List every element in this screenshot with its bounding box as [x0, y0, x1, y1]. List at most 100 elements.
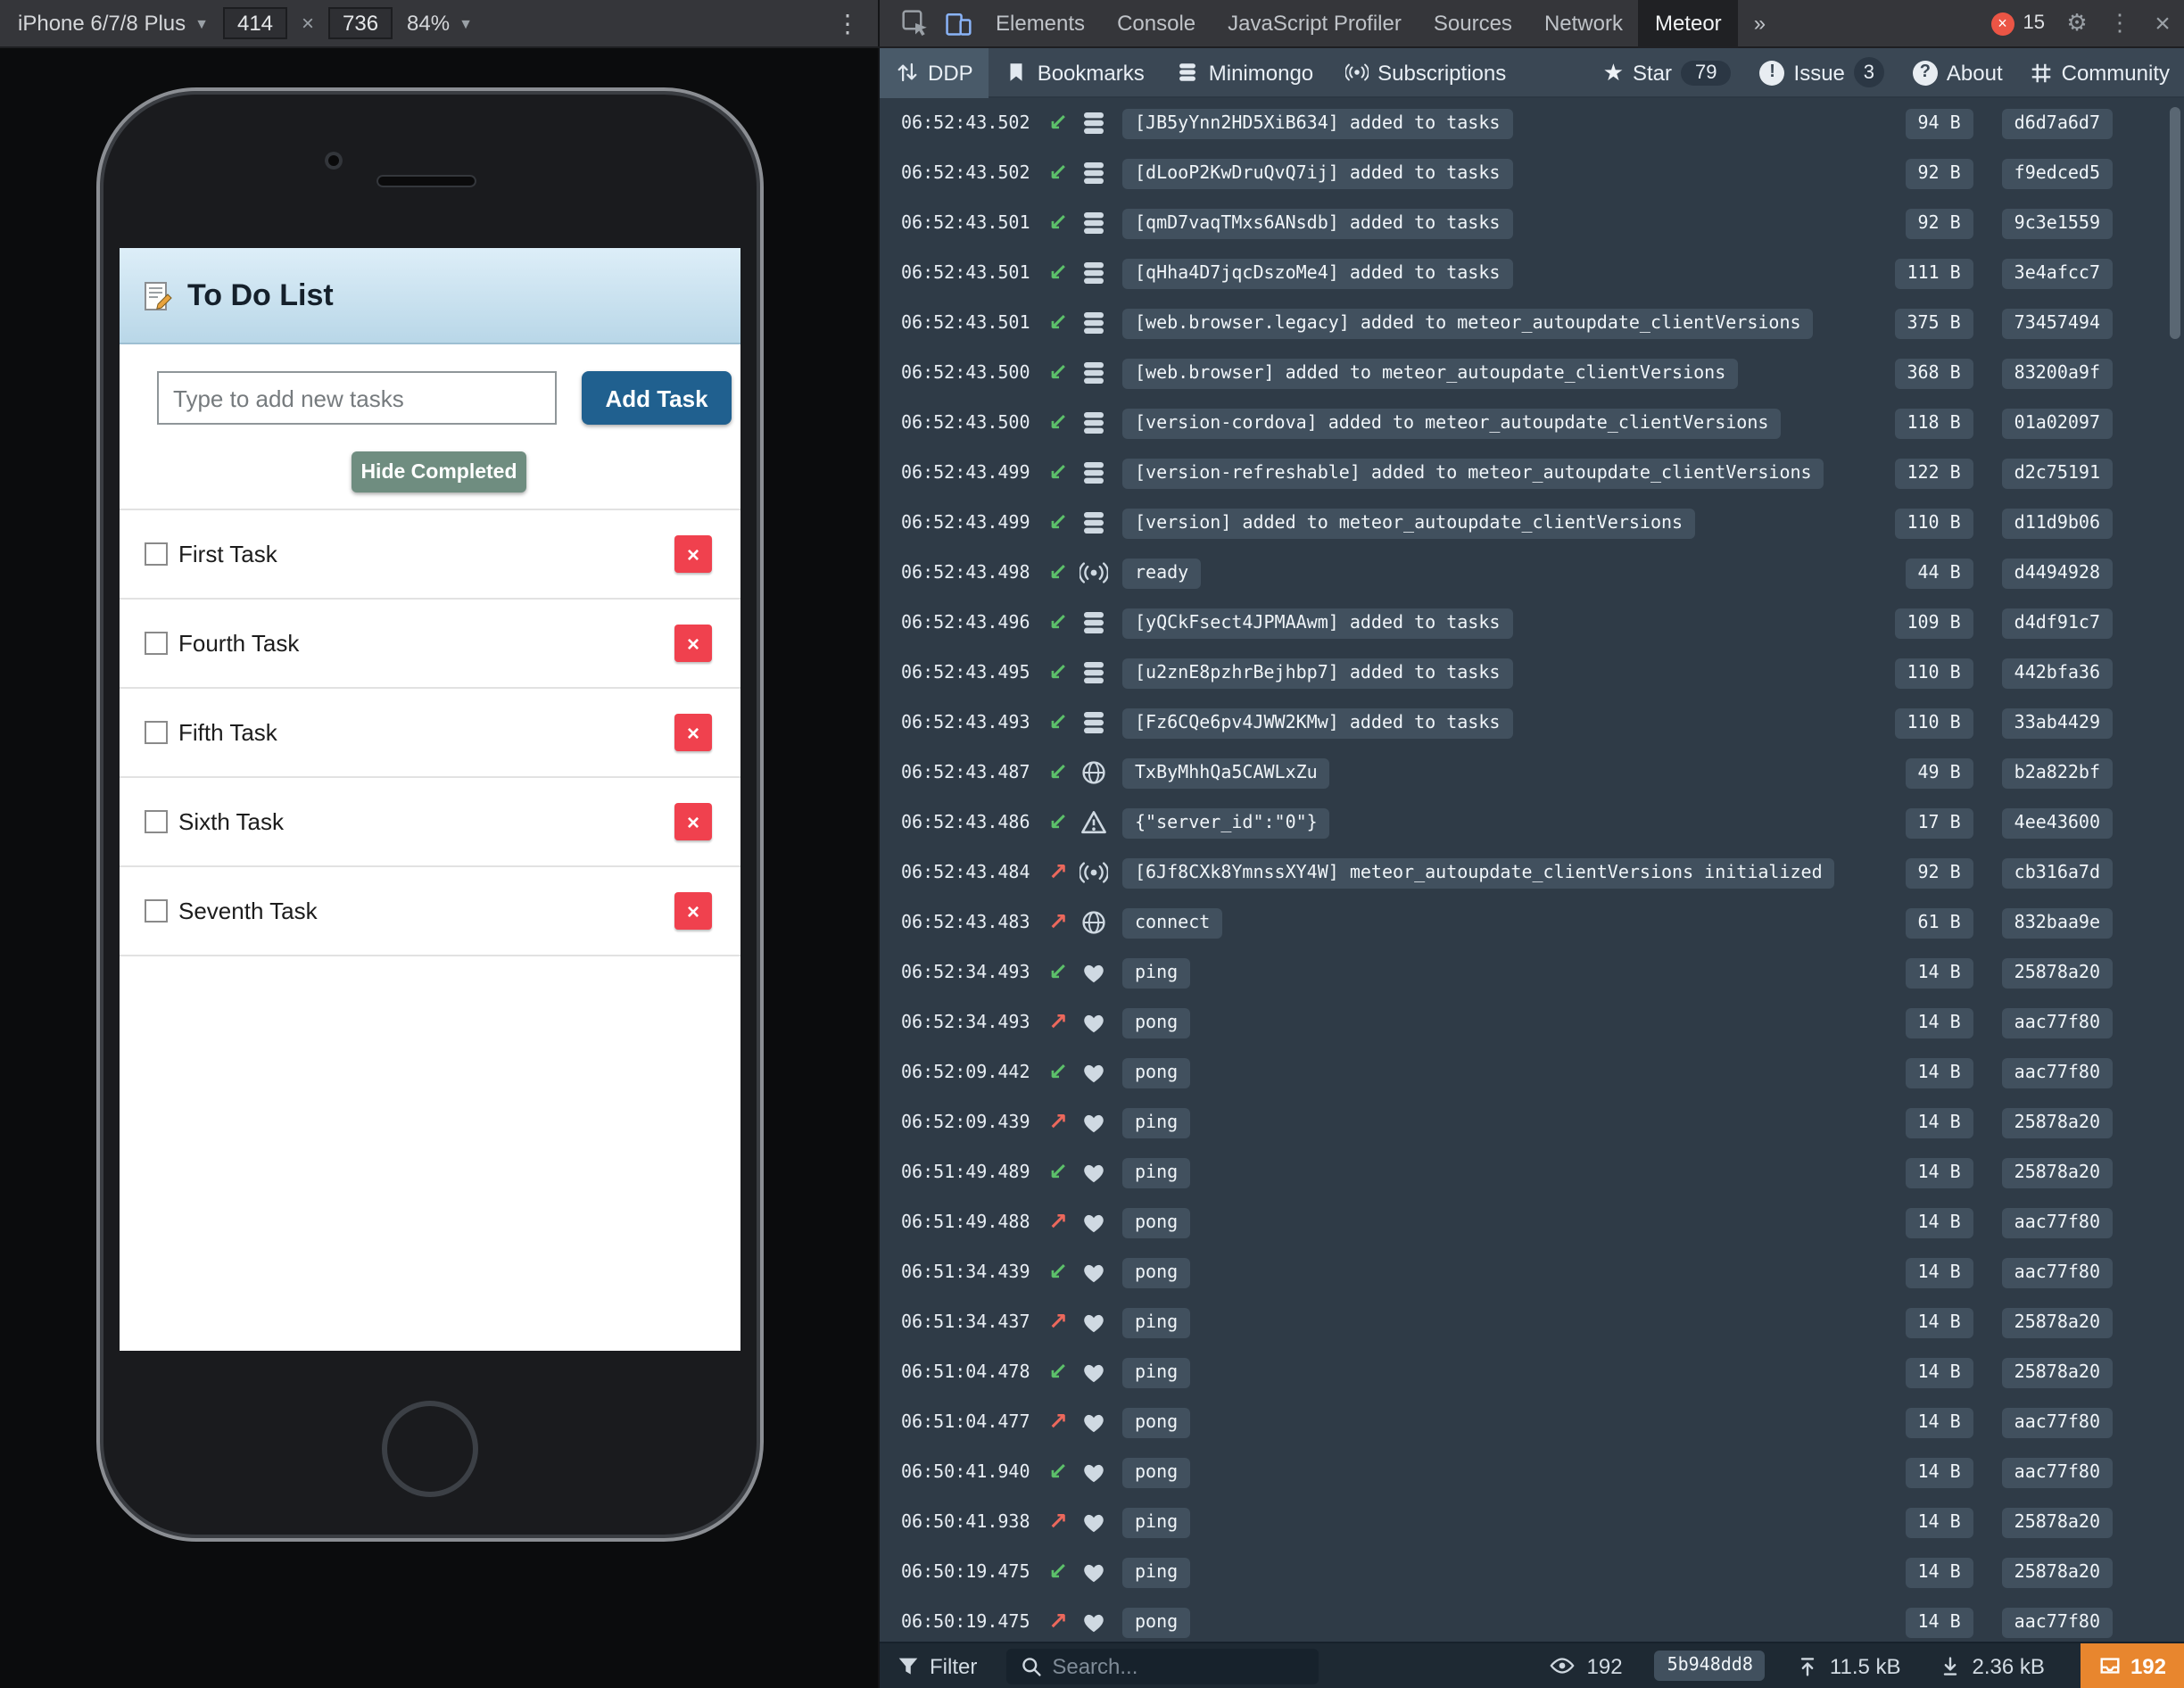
log-row[interactable]: 06:51:34.439↙pong14 Baac77f80: [880, 1247, 2184, 1297]
log-row[interactable]: 06:52:43.499↙[version] added to meteor_a…: [880, 498, 2184, 548]
log-row[interactable]: 06:51:49.488↗pong14 Baac77f80: [880, 1197, 2184, 1247]
log-row[interactable]: 06:52:43.495↙[u2znE8pzhrBejhbp7] added t…: [880, 648, 2184, 698]
log-message[interactable]: TxByMhhQa5CAWLxZu: [1122, 757, 1330, 788]
log-row[interactable]: 06:52:43.484↗[6Jf8CXk8YmnssXY4W] meteor_…: [880, 848, 2184, 898]
log-row[interactable]: 06:51:49.489↙ping14 B25878a20: [880, 1147, 2184, 1197]
community-button[interactable]: Community: [2017, 60, 2184, 85]
log-row[interactable]: 06:51:04.478↙ping14 B25878a20: [880, 1347, 2184, 1397]
issue-button[interactable]: ! Issue 3: [1746, 57, 1899, 87]
add-task-button[interactable]: Add Task: [582, 371, 732, 425]
delete-task-button[interactable]: ×: [674, 714, 712, 751]
log-message[interactable]: pong: [1122, 1407, 1190, 1437]
hide-completed-button[interactable]: Hide Completed: [352, 451, 526, 492]
log-message[interactable]: ping: [1122, 1507, 1190, 1537]
log-row[interactable]: 06:52:43.501↙[web.browser.legacy] added …: [880, 298, 2184, 348]
scrollbar-thumb[interactable]: [2170, 107, 2180, 339]
log-row[interactable]: 06:52:43.500↙[version-cordova] added to …: [880, 398, 2184, 448]
delete-task-button[interactable]: ×: [674, 535, 712, 573]
task-checkbox[interactable]: [145, 899, 168, 923]
log-message[interactable]: [web.browser.legacy] added to meteor_aut…: [1122, 308, 1814, 338]
log-row[interactable]: 06:52:43.501↙[qmD7vaqTMxs6ANsdb] added t…: [880, 198, 2184, 248]
delete-task-button[interactable]: ×: [674, 803, 712, 840]
log-message[interactable]: pong: [1122, 1257, 1190, 1287]
log-row[interactable]: 06:52:09.439↗ping14 B25878a20: [880, 1097, 2184, 1147]
log-message[interactable]: [web.browser] added to meteor_autoupdate…: [1122, 358, 1738, 388]
tab-meteor[interactable]: Meteor: [1639, 0, 1738, 47]
tab-ddp[interactable]: DDP: [880, 47, 989, 97]
error-badge[interactable]: × 15: [1981, 12, 2056, 35]
filter-button[interactable]: Filter: [880, 1653, 995, 1678]
task-checkbox[interactable]: [145, 542, 168, 566]
log-message[interactable]: ping: [1122, 957, 1190, 988]
log-row[interactable]: 06:52:43.500↙[web.browser] added to mete…: [880, 348, 2184, 398]
gear-icon[interactable]: ⚙: [2056, 0, 2098, 47]
log-row[interactable]: 06:52:43.493↙[Fz6CQe6pv4JWW2KMw] added t…: [880, 698, 2184, 748]
search-input[interactable]: [1052, 1653, 1303, 1678]
log-row[interactable]: 06:52:43.486↙{"server_id":"0"}17 B4ee436…: [880, 798, 2184, 848]
log-message[interactable]: pong: [1122, 1057, 1190, 1088]
search-box[interactable]: [1005, 1648, 1318, 1684]
log-message[interactable]: pong: [1122, 1207, 1190, 1237]
task-checkbox[interactable]: [145, 810, 168, 833]
log-row[interactable]: 06:52:43.499↙[version-refreshable] added…: [880, 448, 2184, 498]
tab-minimongo[interactable]: Minimongo: [1161, 47, 1329, 97]
tab-javascript-profiler[interactable]: JavaScript Profiler: [1212, 0, 1418, 47]
delete-task-button[interactable]: ×: [674, 892, 712, 930]
tab-network[interactable]: Network: [1528, 0, 1639, 47]
log-message[interactable]: [JB5yYnn2HD5XiB634] added to tasks: [1122, 108, 1512, 138]
log-row[interactable]: 06:52:43.483↗connect61 B832baa9e: [880, 898, 2184, 947]
log-message[interactable]: pong: [1122, 1607, 1190, 1637]
log-row[interactable]: 06:50:19.475↙ping14 B25878a20: [880, 1547, 2184, 1597]
log-row[interactable]: 06:50:41.938↗ping14 B25878a20: [880, 1497, 2184, 1547]
log-message[interactable]: connect: [1122, 907, 1222, 938]
device-toolbar-more-icon[interactable]: ⋮: [835, 8, 860, 38]
tab-bookmarks[interactable]: Bookmarks: [989, 47, 1161, 97]
new-task-input[interactable]: [157, 371, 557, 425]
devtools-more-icon[interactable]: ⋮: [2098, 0, 2141, 47]
log-row[interactable]: 06:52:43.501↙[qHha4D7jqcDszoMe4] added t…: [880, 248, 2184, 298]
tab-sources[interactable]: Sources: [1418, 0, 1528, 47]
log-message[interactable]: [Fz6CQe6pv4JWW2KMw] added to tasks: [1122, 707, 1512, 738]
log-message[interactable]: ping: [1122, 1357, 1190, 1387]
log-row[interactable]: 06:50:41.940↙pong14 Baac77f80: [880, 1447, 2184, 1497]
log-message[interactable]: ping: [1122, 1557, 1190, 1587]
log-row[interactable]: 06:51:04.477↗pong14 Baac77f80: [880, 1397, 2184, 1447]
close-icon[interactable]: ×: [2141, 0, 2184, 47]
device-select[interactable]: iPhone 6/7/8 Plus ▼: [18, 11, 209, 36]
star-button[interactable]: ★ Star 79: [1589, 58, 1746, 87]
log-message[interactable]: [version-cordova] added to meteor_autoup…: [1122, 408, 1781, 438]
about-button[interactable]: ? About: [1899, 60, 2017, 85]
log-message[interactable]: [6Jf8CXk8YmnssXY4W] meteor_autoupdate_cl…: [1122, 857, 1835, 888]
inspect-icon[interactable]: [894, 0, 937, 47]
log-row[interactable]: 06:52:43.502↙[JB5yYnn2HD5XiB634] added t…: [880, 98, 2184, 148]
tab-console[interactable]: Console: [1101, 0, 1212, 47]
task-checkbox[interactable]: [145, 632, 168, 655]
log-row[interactable]: 06:52:43.498↙ready44 Bd4494928: [880, 548, 2184, 598]
log-message[interactable]: pong: [1122, 1007, 1190, 1038]
log-message[interactable]: [version-refreshable] added to meteor_au…: [1122, 458, 1824, 488]
tab-subscriptions[interactable]: Subscriptions: [1329, 47, 1522, 97]
device-width-input[interactable]: [223, 7, 287, 39]
log-message[interactable]: ping: [1122, 1107, 1190, 1138]
log-message[interactable]: [qHha4D7jqcDszoMe4] added to tasks: [1122, 258, 1512, 288]
log-message[interactable]: {"server_id":"0"}: [1122, 807, 1330, 838]
log-row[interactable]: 06:51:34.437↗ping14 B25878a20: [880, 1297, 2184, 1347]
log-row[interactable]: 06:50:19.475↗pong14 Baac77f80: [880, 1597, 2184, 1642]
log-row[interactable]: 06:52:34.493↗pong14 Baac77f80: [880, 997, 2184, 1047]
device-toggle-icon[interactable]: [937, 0, 980, 47]
zoom-select[interactable]: 84% ▼: [407, 11, 473, 36]
task-checkbox[interactable]: [145, 721, 168, 744]
log-message[interactable]: pong: [1122, 1457, 1190, 1487]
log-message[interactable]: ping: [1122, 1307, 1190, 1337]
log-row[interactable]: 06:52:34.493↙ping14 B25878a20: [880, 947, 2184, 997]
log-row[interactable]: 06:52:43.502↙[dLooP2KwDruQvQ7ij] added t…: [880, 148, 2184, 198]
log-row[interactable]: 06:52:43.496↙[yQCkFsect4JPMAAwm] added t…: [880, 598, 2184, 648]
log-row[interactable]: 06:52:43.487↙TxByMhhQa5CAWLxZu49 Bb2a822…: [880, 748, 2184, 798]
log-message[interactable]: [version] added to meteor_autoupdate_cli…: [1122, 508, 1695, 538]
tab-overflow-chevron[interactable]: »: [1738, 0, 1782, 47]
log-message[interactable]: [dLooP2KwDruQvQ7ij] added to tasks: [1122, 158, 1512, 188]
queued-count-badge[interactable]: 192: [2081, 1643, 2184, 1688]
log-message[interactable]: [qmD7vaqTMxs6ANsdb] added to tasks: [1122, 208, 1512, 238]
device-height-input[interactable]: [328, 7, 393, 39]
tab-elements[interactable]: Elements: [980, 0, 1101, 47]
